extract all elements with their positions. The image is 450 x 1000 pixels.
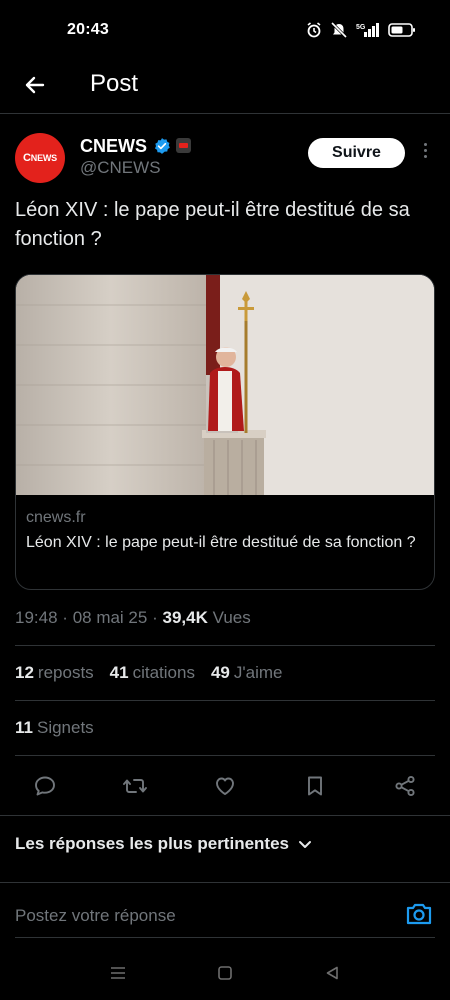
share-icon bbox=[395, 775, 415, 797]
quotes-count: 41 bbox=[109, 663, 129, 682]
quotes-stat[interactable]: 41 citations bbox=[110, 663, 195, 683]
header: Post bbox=[0, 60, 450, 110]
alarm-icon bbox=[307, 22, 321, 38]
network-label: 5G bbox=[356, 24, 366, 31]
replies-sort-label: Les réponses les plus pertinentes bbox=[15, 834, 289, 853]
card-meta: cnews.fr Léon XIV : le pape peut-il être… bbox=[16, 495, 434, 589]
reposts-stat[interactable]: 12 reposts bbox=[15, 663, 94, 683]
page-title: Post bbox=[90, 70, 139, 97]
status-icons: 5G bbox=[306, 20, 416, 40]
avatar[interactable]: C NEWS bbox=[15, 133, 65, 183]
likes-label: J'aime bbox=[233, 663, 283, 682]
timestamp-row: 19:48 · 08 mai 25 · 39,4K Vues bbox=[15, 608, 251, 628]
views-count: 39,4K bbox=[162, 608, 208, 627]
signal-icon: 5G bbox=[356, 23, 379, 37]
menu-icon bbox=[111, 967, 125, 979]
header-divider bbox=[0, 113, 450, 114]
bookmarks-count: 11 bbox=[15, 718, 33, 737]
status-time: 20:43 bbox=[67, 21, 109, 38]
divider bbox=[15, 700, 435, 701]
divider bbox=[15, 645, 435, 646]
repost-button[interactable] bbox=[120, 771, 150, 801]
reposts-count: 12 bbox=[15, 663, 34, 682]
bookmarks-stat[interactable]: 11 Signets bbox=[15, 718, 94, 738]
avatar-text: NEWS bbox=[30, 153, 57, 163]
system-nav-bar bbox=[0, 955, 450, 1000]
replies-sort-dropdown[interactable]: Les réponses les plus pertinentes bbox=[15, 834, 313, 854]
arrow-left-icon bbox=[25, 76, 45, 94]
separator: · bbox=[62, 608, 68, 627]
camera-button[interactable] bbox=[405, 901, 435, 929]
home-square-icon bbox=[218, 966, 232, 980]
avatar-letter: C bbox=[23, 152, 31, 164]
bookmark-icon bbox=[308, 776, 322, 796]
back-button[interactable] bbox=[20, 70, 50, 100]
stats-row: 12 reposts 41 citations 49 J'aime bbox=[15, 663, 282, 683]
card-title: Léon XIV : le pape peut-il être destitué… bbox=[26, 534, 416, 551]
bookmarks-label: Signets bbox=[36, 718, 94, 737]
reply-input[interactable] bbox=[15, 903, 395, 929]
share-button[interactable] bbox=[390, 771, 420, 801]
battery-icon bbox=[388, 23, 415, 37]
menu-nav-button[interactable] bbox=[106, 964, 130, 982]
post-time[interactable]: 19:48 bbox=[15, 608, 58, 627]
reply-underline bbox=[15, 937, 435, 938]
card-image[interactable] bbox=[16, 275, 434, 495]
back-triangle-icon bbox=[326, 966, 338, 980]
author-handle: @CNEWS bbox=[80, 158, 161, 177]
separator: · bbox=[152, 608, 158, 627]
likes-count: 49 bbox=[210, 663, 230, 682]
mute-icon bbox=[330, 22, 348, 38]
card-domain: cnews.fr bbox=[26, 509, 86, 526]
reposts-label: reposts bbox=[37, 663, 94, 682]
follow-button[interactable]: Suivre bbox=[308, 138, 405, 168]
quotes-label: citations bbox=[132, 663, 195, 682]
divider bbox=[0, 882, 450, 883]
chevron-down-icon bbox=[298, 841, 311, 848]
views-label: Vues bbox=[212, 608, 251, 627]
divider bbox=[15, 755, 435, 756]
tweet-text: Léon XIV : le pape peut-il être destitué… bbox=[15, 199, 410, 250]
like-button[interactable] bbox=[210, 771, 240, 801]
author-name[interactable]: CNEWS bbox=[80, 136, 147, 157]
back-nav-button[interactable] bbox=[320, 964, 344, 982]
home-nav-button[interactable] bbox=[213, 964, 237, 982]
affiliation-badge-icon bbox=[176, 138, 191, 153]
repost-icon bbox=[123, 779, 147, 793]
like-icon bbox=[216, 777, 234, 795]
status-bar: 20:43 5G bbox=[0, 0, 450, 60]
verified-badge-icon bbox=[154, 138, 170, 154]
link-card[interactable]: cnews.fr Léon XIV : le pape peut-il être… bbox=[15, 274, 435, 590]
reply-icon bbox=[35, 776, 55, 796]
divider bbox=[0, 815, 450, 816]
reply-button[interactable] bbox=[30, 771, 60, 801]
camera-icon bbox=[406, 903, 432, 925]
likes-stat[interactable]: 49 J'aime bbox=[211, 663, 283, 683]
more-options-icon[interactable] bbox=[418, 143, 432, 163]
post-date[interactable]: 08 mai 25 bbox=[73, 608, 148, 627]
bookmark-button[interactable] bbox=[300, 771, 330, 801]
